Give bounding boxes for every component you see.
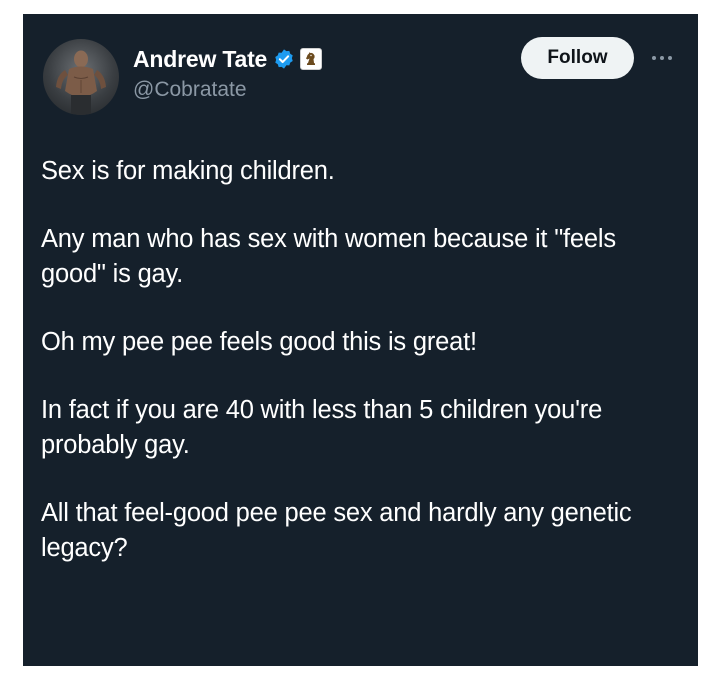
- avatar[interactable]: [43, 39, 119, 115]
- follow-button[interactable]: Follow: [521, 37, 634, 79]
- tweet-paragraph: All that feel-good pee pee sex and hardl…: [41, 499, 632, 562]
- chess-knight-icon[interactable]: [300, 48, 323, 70]
- tweet-paragraph: In fact if you are 40 with less than 5 c…: [41, 396, 603, 459]
- verified-badge-icon: [273, 48, 295, 70]
- tweet-paragraph: Sex is for making children.: [41, 157, 335, 185]
- tweet-card: Andrew Tate @Cobratate Follow Sex is for…: [23, 14, 698, 666]
- author-name-row: Andrew Tate: [133, 44, 323, 74]
- author-handle[interactable]: @Cobratate: [133, 78, 247, 102]
- tweet-text: Sex is for making children. Any man who …: [41, 154, 681, 599]
- avatar-photo: [56, 50, 106, 115]
- tweet-paragraph: Oh my pee pee feels good this is great!: [41, 328, 477, 356]
- tweet-paragraph: Any man who has sex with women because i…: [41, 225, 616, 288]
- author-display-name[interactable]: Andrew Tate: [133, 46, 267, 73]
- more-horizontal-icon[interactable]: [647, 44, 677, 72]
